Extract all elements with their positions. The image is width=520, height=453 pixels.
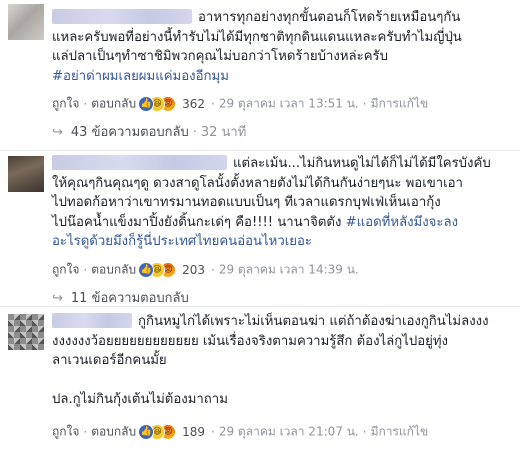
comment-actions: ถูกใจ · ตอบกลับ 👍 😆 😡 362 · 29 ตุลาคม เวลา 13:51… xyxy=(52,95,429,112)
comment-text: แต่ละเม้น...ไม่กินหนดูไม่ได้ก็ไม่ได้มีใค… xyxy=(52,155,491,249)
divider xyxy=(0,150,520,151)
commenter-name[interactable] xyxy=(52,155,227,170)
like-icon: 👍 xyxy=(138,261,155,278)
comment-actions: ถูกใจ · ตอบกลับ 👍 😆 😡 189 · 29 ตุลาคม เวลา 21:07… xyxy=(52,423,429,440)
reaction-count[interactable]: 189 xyxy=(182,425,205,439)
reply-button[interactable]: ตอบกลับ xyxy=(91,263,136,277)
reactions[interactable]: 👍 😆 😡 xyxy=(138,261,178,278)
reply-arrow-icon: ↪ xyxy=(52,291,63,306)
like-button[interactable]: ถูกใจ xyxy=(52,263,79,277)
hashtag-link[interactable]: #แอดที่หลังมึงจะลง xyxy=(346,215,458,230)
edited-label[interactable]: มีการแก้ไข xyxy=(371,425,429,439)
reactions[interactable]: 👍 😆 😡 xyxy=(138,423,178,440)
reaction-count[interactable]: 203 xyxy=(182,263,205,277)
like-button[interactable]: ถูกใจ xyxy=(52,97,79,111)
reactions[interactable]: 👍 😆 😡 xyxy=(138,95,178,112)
avatar[interactable] xyxy=(8,4,44,40)
reply-button[interactable]: ตอบกลับ xyxy=(91,97,136,111)
comment-text: กูกินหมูไก่ได้เพราะไม่เห็นตอนฆ่า แต่ถ้าต… xyxy=(52,313,489,407)
comment-date[interactable]: 29 ตุลาคม เวลา 21:07 น. xyxy=(219,425,359,439)
like-button[interactable]: ถูกใจ xyxy=(52,425,79,439)
reply-arrow-icon: ↪ xyxy=(52,125,63,140)
like-icon: 👍 xyxy=(138,95,155,112)
avatar[interactable] xyxy=(8,156,44,192)
like-icon: 👍 xyxy=(138,423,155,440)
comment-date[interactable]: 29 ตุลาคม เวลา 14:39 น. xyxy=(219,263,359,277)
hashtag-link[interactable]: #อย่าด่าผมเลยผมแค่มองอีกมุม xyxy=(52,67,514,87)
reply-button[interactable]: ตอบกลับ xyxy=(91,425,136,439)
divider xyxy=(0,306,520,307)
comment-actions: ถูกใจ · ตอบกลับ 👍 😆 😡 203 · 29 ตุลาคม เวลา 14:39… xyxy=(52,261,359,278)
reaction-count[interactable]: 362 xyxy=(182,97,205,111)
comment-date[interactable]: 29 ตุลาคม เวลา 13:51 น. xyxy=(219,97,359,111)
commenter-name[interactable] xyxy=(52,9,192,24)
comment-text: อาหารทุกอย่างทุกขั้นตอนก็โหดร้ายเหมือนๆก… xyxy=(52,8,514,86)
edited-label[interactable]: มีการแก้ไข xyxy=(371,97,429,111)
view-replies-link[interactable]: ↪ 43 ข้อความตอบกลับ · 32 นาที xyxy=(52,124,246,142)
avatar[interactable] xyxy=(8,314,44,350)
commenter-name[interactable] xyxy=(52,313,132,328)
